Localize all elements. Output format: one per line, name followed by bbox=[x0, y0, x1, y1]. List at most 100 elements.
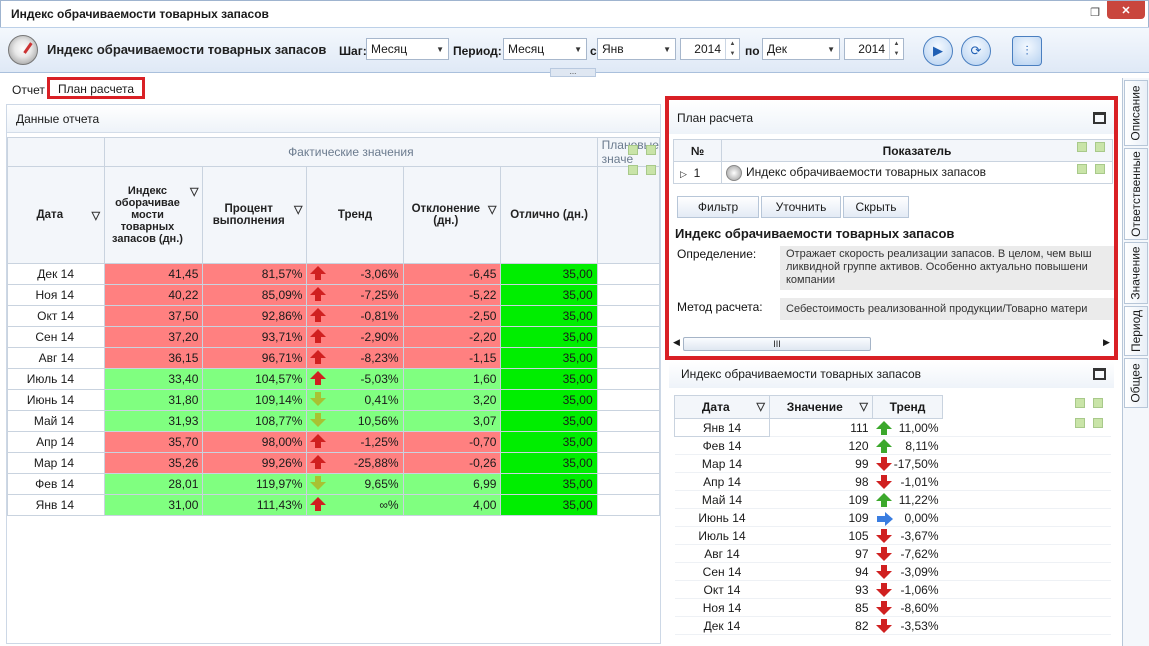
expand-icon[interactable] bbox=[1093, 418, 1103, 428]
date-cell: Июнь 14 bbox=[6, 389, 106, 411]
col-percent[interactable]: Процент выполнения ▽ bbox=[202, 166, 308, 264]
trend-value: -3,06% bbox=[360, 267, 399, 281]
table-row[interactable]: Фев 14 120 8,11% bbox=[674, 436, 1111, 455]
to-month-select[interactable]: Дек ▼ bbox=[762, 38, 840, 60]
spin-arrows-icon[interactable]: ▲ ▼ bbox=[889, 39, 903, 59]
restore-icon[interactable]: ❐ bbox=[1083, 3, 1107, 21]
filter-icon[interactable]: ▽ bbox=[488, 203, 496, 216]
expand-icon[interactable] bbox=[646, 165, 656, 175]
table-row[interactable]: Окт 14 37,50 92,86% -0,81% -2,50 35,00 bbox=[6, 305, 661, 327]
table-row[interactable]: Авг 14 97 -7,62% bbox=[674, 544, 1111, 563]
expand-icon[interactable] bbox=[646, 145, 656, 155]
table-row[interactable]: Ноя 14 85 -8,60% bbox=[674, 598, 1111, 617]
table-row[interactable]: Сен 14 94 -3,09% bbox=[674, 562, 1111, 581]
side-tab-period[interactable]: Период bbox=[1124, 306, 1148, 356]
excellent-cell: 35,00 bbox=[500, 431, 598, 453]
collapse-handle[interactable]: ... bbox=[550, 68, 596, 77]
table-row[interactable]: Окт 14 93 -1,06% bbox=[674, 580, 1111, 599]
trend-value: -3,09% bbox=[900, 564, 939, 579]
maximize-icon[interactable] bbox=[1093, 368, 1106, 380]
side-tab-responsible[interactable]: Ответственные bbox=[1124, 148, 1148, 240]
table-row[interactable]: Апр 14 35,70 98,00% -1,25% -0,70 35,00 bbox=[6, 431, 661, 453]
to-year-spinner[interactable]: 2014 ▲ ▼ bbox=[844, 38, 904, 60]
col-trend[interactable]: Тренд bbox=[872, 395, 943, 419]
table-row[interactable]: Янв 14 31,00 111,43% ∞% 4,00 35,00 bbox=[6, 494, 661, 516]
table-row[interactable]: Апр 14 98 -1,01% bbox=[674, 472, 1111, 491]
trend-arrow-icon bbox=[310, 392, 327, 406]
table-row[interactable]: Июнь 14 109 0,00% bbox=[674, 508, 1111, 527]
trend-arrow-icon bbox=[875, 547, 892, 561]
to-year-value: 2014 bbox=[858, 42, 885, 56]
trend-cell: 0,41% bbox=[306, 389, 404, 411]
refresh-button[interactable]: ⟳ bbox=[961, 36, 991, 66]
expand-icon[interactable] bbox=[1075, 398, 1085, 408]
trend-value: 11,00% bbox=[898, 420, 939, 435]
col-index[interactable]: Индекс оборачивае мости товарных запасов… bbox=[104, 166, 204, 264]
table-row[interactable]: Сен 14 37,20 93,71% -2,90% -2,20 35,00 bbox=[6, 326, 661, 348]
from-month-select[interactable]: Янв ▼ bbox=[597, 38, 676, 60]
step-select[interactable]: Месяц ▼ bbox=[366, 38, 449, 60]
step-value: Месяц bbox=[371, 42, 408, 56]
expand-icon[interactable] bbox=[628, 145, 638, 155]
table-row[interactable]: Мар 14 35,26 99,26% -25,88% -0,26 35,00 bbox=[6, 452, 661, 474]
side-tab-label: Общее bbox=[1129, 363, 1144, 403]
date-cell: Мар 14 bbox=[674, 454, 770, 473]
date-cell: Мар 14 bbox=[6, 452, 106, 474]
col-excellent[interactable]: Отлично (дн.) bbox=[500, 166, 598, 264]
table-row[interactable]: Дек 14 82 -3,53% bbox=[674, 616, 1111, 635]
col-date[interactable]: Дата ▽ bbox=[6, 166, 106, 264]
table-row[interactable]: Май 14 31,93 108,77% 10,56% 3,07 35,00 bbox=[6, 410, 661, 432]
table-row[interactable]: Ноя 14 40,22 85,09% -7,25% -5,22 35,00 bbox=[6, 284, 661, 306]
spin-arrows-icon[interactable]: ▲ ▼ bbox=[725, 39, 739, 59]
tab-report[interactable]: Отчет bbox=[6, 79, 51, 101]
table-row[interactable]: Авг 14 36,15 96,71% -8,23% -1,15 35,00 bbox=[6, 347, 661, 369]
play-button[interactable]: ▶ bbox=[923, 36, 953, 66]
trend-cell: -17,50% bbox=[872, 454, 943, 473]
spacer-cell bbox=[596, 263, 661, 285]
table-row[interactable]: Май 14 109 11,22% bbox=[674, 490, 1111, 509]
trend-cell: 11,22% bbox=[872, 490, 943, 509]
date-cell: Янв 14 bbox=[6, 494, 106, 516]
col-deviation[interactable]: Отклонение (дн.) ▽ bbox=[402, 166, 502, 264]
table-row[interactable]: Июль 14 105 -3,67% bbox=[674, 526, 1111, 545]
tab-plan[interactable]: План расчета bbox=[47, 77, 146, 99]
expand-icon[interactable] bbox=[1075, 418, 1085, 428]
expand-icon[interactable] bbox=[628, 165, 638, 175]
grid-corner-icons bbox=[1073, 398, 1109, 434]
table-row[interactable]: Июнь 14 31,80 109,14% 0,41% 3,20 35,00 bbox=[6, 389, 661, 411]
spacer-cell bbox=[942, 598, 1111, 617]
period-select[interactable]: Месяц ▼ bbox=[503, 38, 587, 60]
spacer-cell bbox=[942, 562, 1111, 581]
col-date[interactable]: Дата ▽ bbox=[674, 395, 770, 419]
trend-arrow-icon bbox=[876, 512, 893, 526]
table-row[interactable]: Фев 14 28,01 119,97% 9,65% 6,99 35,00 bbox=[6, 473, 661, 495]
filter-icon[interactable]: ▽ bbox=[757, 400, 765, 413]
trend-arrow-icon bbox=[310, 434, 327, 448]
table-row[interactable]: Июль 14 33,40 104,57% -5,03% 1,60 35,00 bbox=[6, 368, 661, 390]
col-trend[interactable]: Тренд bbox=[306, 166, 404, 264]
side-tab-label: Значение bbox=[1129, 246, 1143, 300]
expand-icon[interactable] bbox=[1093, 398, 1103, 408]
side-tab-general[interactable]: Общее bbox=[1124, 358, 1148, 408]
filter-icon[interactable]: ▽ bbox=[860, 400, 868, 413]
table-row[interactable]: Дек 14 41,45 81,57% -3,06% -6,45 35,00 bbox=[6, 263, 661, 285]
close-icon[interactable]: ✕ bbox=[1107, 1, 1145, 19]
value-cell: 97 bbox=[769, 544, 873, 563]
trend-value: 9,65% bbox=[364, 477, 399, 491]
trend-value: 10,56% bbox=[357, 414, 399, 428]
table-row[interactable]: Мар 14 99 -17,50% bbox=[674, 454, 1111, 473]
side-tab-value[interactable]: Значение bbox=[1124, 242, 1148, 304]
trend-arrow-icon bbox=[875, 619, 892, 633]
spacer-cell bbox=[942, 616, 1111, 635]
from-year-spinner[interactable]: 2014 ▲ ▼ bbox=[680, 38, 740, 60]
side-tab-description[interactable]: Описание bbox=[1124, 80, 1148, 146]
filter-icon[interactable]: ▽ bbox=[294, 203, 302, 216]
trend-cell: -1,01% bbox=[872, 472, 943, 491]
trend-cell: -5,03% bbox=[306, 368, 404, 390]
col-value[interactable]: Значение ▽ bbox=[769, 395, 873, 419]
table-row[interactable]: Янв 14 111 11,00% bbox=[674, 418, 1111, 437]
settings-sliders-button[interactable]: ⫶ bbox=[1012, 36, 1042, 66]
filter-icon[interactable]: ▽ bbox=[92, 209, 100, 222]
chevron-down-icon: ▼ bbox=[574, 44, 582, 54]
filter-icon[interactable]: ▽ bbox=[190, 185, 198, 198]
